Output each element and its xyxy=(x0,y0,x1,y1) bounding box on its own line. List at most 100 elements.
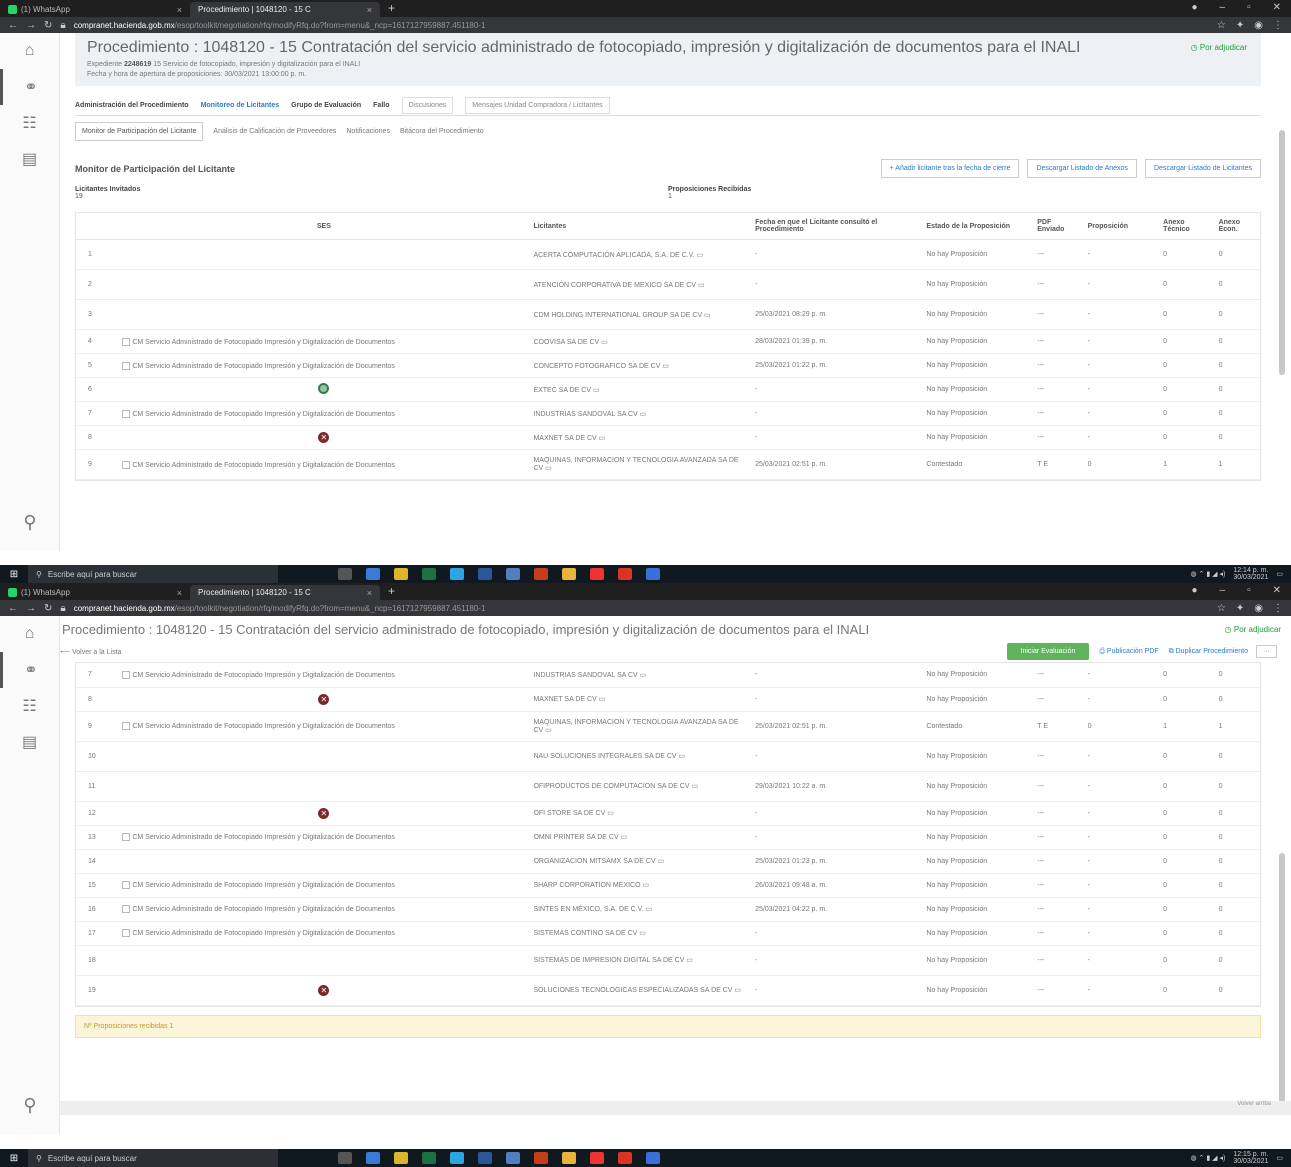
acrobat-icon[interactable] xyxy=(618,1152,632,1164)
bidder-name[interactable]: ORGANIZACION MITSAMX SA DE CV ▭ xyxy=(529,849,752,874)
table-row[interactable]: 11 OFIPRODUCTOS DE COMPUTACION SA DE CV ▭… xyxy=(76,771,1260,802)
browser-tab-whatsapp[interactable]: (1) WhatsApp × xyxy=(0,2,190,17)
star-icon[interactable]: ☆ xyxy=(1217,603,1226,614)
back-icon[interactable]: ← xyxy=(8,603,18,614)
column-header[interactable]: Licitantes xyxy=(529,213,752,240)
subtab-analisis[interactable]: Análisis de Calificación de Proveedores xyxy=(213,128,336,135)
menu-icon[interactable]: ⋮ xyxy=(1273,20,1283,31)
table-row[interactable]: 9 CM Servicio Administrado de Fotocopiado… xyxy=(76,711,1260,742)
browser-tab-whatsapp[interactable]: (1) WhatsApp × xyxy=(0,585,190,600)
task-view-icon[interactable] xyxy=(338,568,352,580)
back-icon[interactable]: ← xyxy=(8,20,18,31)
close-window-icon[interactable]: ✕ xyxy=(1273,585,1281,596)
forward-icon[interactable]: → xyxy=(26,603,36,614)
bidder-name[interactable]: SHARP CORPORATION MEXICO ▭ xyxy=(529,873,752,898)
subtab-bitacora[interactable]: Bitácora del Procedimiento xyxy=(400,128,484,135)
scrollbar[interactable] xyxy=(1279,853,1285,1103)
new-tab-icon[interactable]: + xyxy=(380,1,403,17)
tab-mensajes[interactable]: Mensajes Unidad Compradora / Licitantes xyxy=(465,97,610,114)
bidder-name[interactable]: NAU SOLUCIONES INTEGRALES SA DE CV ▭ xyxy=(529,741,752,772)
excel-icon[interactable] xyxy=(422,1152,436,1164)
table-row[interactable]: 15 CM Servicio Administrado de Fotocopiad… xyxy=(76,873,1260,898)
account-icon[interactable]: ◉ xyxy=(1254,20,1263,31)
notifications-icon[interactable]: ▭ xyxy=(1276,1154,1283,1162)
table-row[interactable]: 6 EXTEC SA DE CV ▭ - No hay Proposición --- -… xyxy=(76,377,1260,402)
edge-icon[interactable] xyxy=(450,1152,464,1164)
tab-monitoreo[interactable]: Monitoreo de Licitantes xyxy=(201,102,280,109)
app-icon[interactable] xyxy=(506,1152,520,1164)
bidder-name[interactable]: COOVISA SA DE CV ▭ xyxy=(529,329,752,354)
bidder-name[interactable]: SINTES EN MÉXICO, S.A. DE C.V. ▭ xyxy=(529,897,752,922)
windows-start-icon[interactable]: ⊞ xyxy=(0,569,28,580)
bidder-name[interactable]: SISTEMAS DE IMPRESION DIGITAL SA DE CV ▭ xyxy=(529,945,752,976)
taskbar-search[interactable]: ⚲ Escribe aquí para buscar xyxy=(28,1149,278,1167)
extensions-icon[interactable]: ✦ xyxy=(1236,603,1244,614)
bidder-name[interactable]: OFI STORE SA DE CV ▭ xyxy=(529,801,752,826)
table-row[interactable]: 3 CDM HOLDING INTERNATIONAL GROUP SA DE C… xyxy=(76,299,1260,330)
taskbar-search[interactable]: ⚲ Escribe aquí para buscar xyxy=(28,565,278,583)
reload-icon[interactable]: ↻ xyxy=(44,20,52,31)
close-icon[interactable]: × xyxy=(367,588,372,598)
document-icon[interactable]: ▤ xyxy=(0,724,59,760)
star-icon[interactable]: ☆ xyxy=(1217,20,1226,31)
tab-fallo[interactable]: Fallo xyxy=(373,102,389,109)
bidder-name[interactable]: CONCEPTO FOTOGRAFICO SA DE CV ▭ xyxy=(529,353,752,378)
bidder-name[interactable]: INDUSTRIAS SANDOVAL SA CV ▭ xyxy=(529,401,752,426)
home-icon[interactable]: ⌂ xyxy=(0,616,59,652)
table-row[interactable]: 4 CM Servicio Administrado de Fotocopiado… xyxy=(76,329,1260,354)
table-row[interactable]: 19 ✕ SOLUCIONES TECNOLOGICAS ESPECIALIZADA… xyxy=(76,975,1260,1006)
chrome-icon[interactable] xyxy=(590,1152,604,1164)
folder-icon[interactable] xyxy=(562,568,576,580)
table-row[interactable]: 7 CM Servicio Administrado de Fotocopiado… xyxy=(76,663,1260,688)
tray-icons[interactable]: ◍ ⌃ ▮ ◢ ◂) xyxy=(1190,1154,1225,1162)
minimize-icon[interactable]: – xyxy=(1220,2,1226,13)
close-window-icon[interactable]: ✕ xyxy=(1273,2,1281,13)
table-row[interactable]: 1 ACERTA COMPUTACIÓN APLICADA, S.A. DE C.… xyxy=(76,239,1260,270)
download-annex-button[interactable]: Descargar Listado de Anexos xyxy=(1027,159,1137,178)
profile-dot-icon[interactable]: ● xyxy=(1191,585,1197,596)
group-icon[interactable]: ☷ xyxy=(0,688,59,724)
bidder-name[interactable]: ACERTA COMPUTACIÓN APLICADA, S.A. DE C.V… xyxy=(529,239,752,270)
reload-icon[interactable]: ↻ xyxy=(44,603,52,614)
app-icon[interactable] xyxy=(646,1152,660,1164)
maximize-icon[interactable]: ▫ xyxy=(1247,585,1251,596)
scrollbar[interactable] xyxy=(1279,130,1285,375)
add-bidder-button[interactable]: + Añadir licitante tras la fecha de cier… xyxy=(880,159,1020,178)
table-row[interactable]: 12 ✕ OFI STORE SA DE CV ▭ - No hay Proposici… xyxy=(76,801,1260,826)
windows-start-icon[interactable]: ⊞ xyxy=(0,1153,28,1164)
powerpoint-icon[interactable] xyxy=(534,1152,548,1164)
search-icon[interactable]: ⚲ xyxy=(0,512,60,533)
more-options-button[interactable]: ··· xyxy=(1256,645,1277,658)
excel-icon[interactable] xyxy=(422,568,436,580)
back-to-top-link[interactable]: Volver arriba xyxy=(60,1101,1291,1115)
browser-tab-procedimiento[interactable]: Procedimiento | 1048120 - 15 C × xyxy=(190,585,380,600)
table-row[interactable]: 9 CM Servicio Administrado de Fotocopiado… xyxy=(76,449,1260,480)
menu-icon[interactable]: ⋮ xyxy=(1273,603,1283,614)
table-row[interactable]: 18 SISTEMAS DE IMPRESION DIGITAL SA DE CV… xyxy=(76,945,1260,976)
clock[interactable]: 12:14 p. m. 30/03/2021 xyxy=(1233,567,1268,581)
powerpoint-icon[interactable] xyxy=(534,568,548,580)
bidder-name[interactable]: EXTEC SA DE CV ▭ xyxy=(529,377,752,402)
bidder-name[interactable]: MAQUINAS, INFORMACION Y TECNOLOGIA AVANZ… xyxy=(529,449,752,480)
forward-icon[interactable]: → xyxy=(26,20,36,31)
profile-dot-icon[interactable]: ● xyxy=(1191,2,1197,13)
extensions-icon[interactable]: ✦ xyxy=(1236,20,1244,31)
document-icon[interactable]: ▤ xyxy=(0,141,59,177)
bidder-name[interactable]: MAQUINAS, INFORMACION Y TECNOLOGIA AVANZ… xyxy=(529,711,752,742)
lock-icon[interactable]: 🔒︎ xyxy=(60,603,65,614)
bidder-name[interactable]: SOLUCIONES TECNOLOGICAS ESPECIALIZADAS S… xyxy=(529,975,752,1006)
start-evaluation-button[interactable]: Iniciar Evaluación xyxy=(1006,643,1090,660)
app-icon[interactable] xyxy=(646,568,660,580)
table-row[interactable]: 10 NAU SOLUCIONES INTEGRALES SA DE CV ▭ - N… xyxy=(76,741,1260,772)
tray-icons[interactable]: ◍ ⌃ ▮ ◢ ◂) xyxy=(1190,570,1225,578)
tab-administracion[interactable]: Administración del Procedimiento xyxy=(75,102,189,109)
table-row[interactable]: 5 CM Servicio Administrado de Fotocopiado… xyxy=(76,353,1260,378)
bidder-name[interactable]: OMNI PRINTER SA DE CV ▭ xyxy=(529,825,752,850)
browser-tab-procedimiento[interactable]: Procedimiento | 1048120 - 15 C × xyxy=(190,2,380,17)
word-icon[interactable] xyxy=(478,1152,492,1164)
download-bidders-button[interactable]: Descargar Listado de Licitantes xyxy=(1144,159,1261,178)
task-view-icon[interactable] xyxy=(338,1152,352,1164)
bidder-name[interactable]: SISTEMAS CONTINO SA DE CV ▭ xyxy=(529,921,752,946)
new-tab-icon[interactable]: + xyxy=(380,584,403,600)
handshake-icon[interactable]: ⚭ xyxy=(0,69,59,105)
